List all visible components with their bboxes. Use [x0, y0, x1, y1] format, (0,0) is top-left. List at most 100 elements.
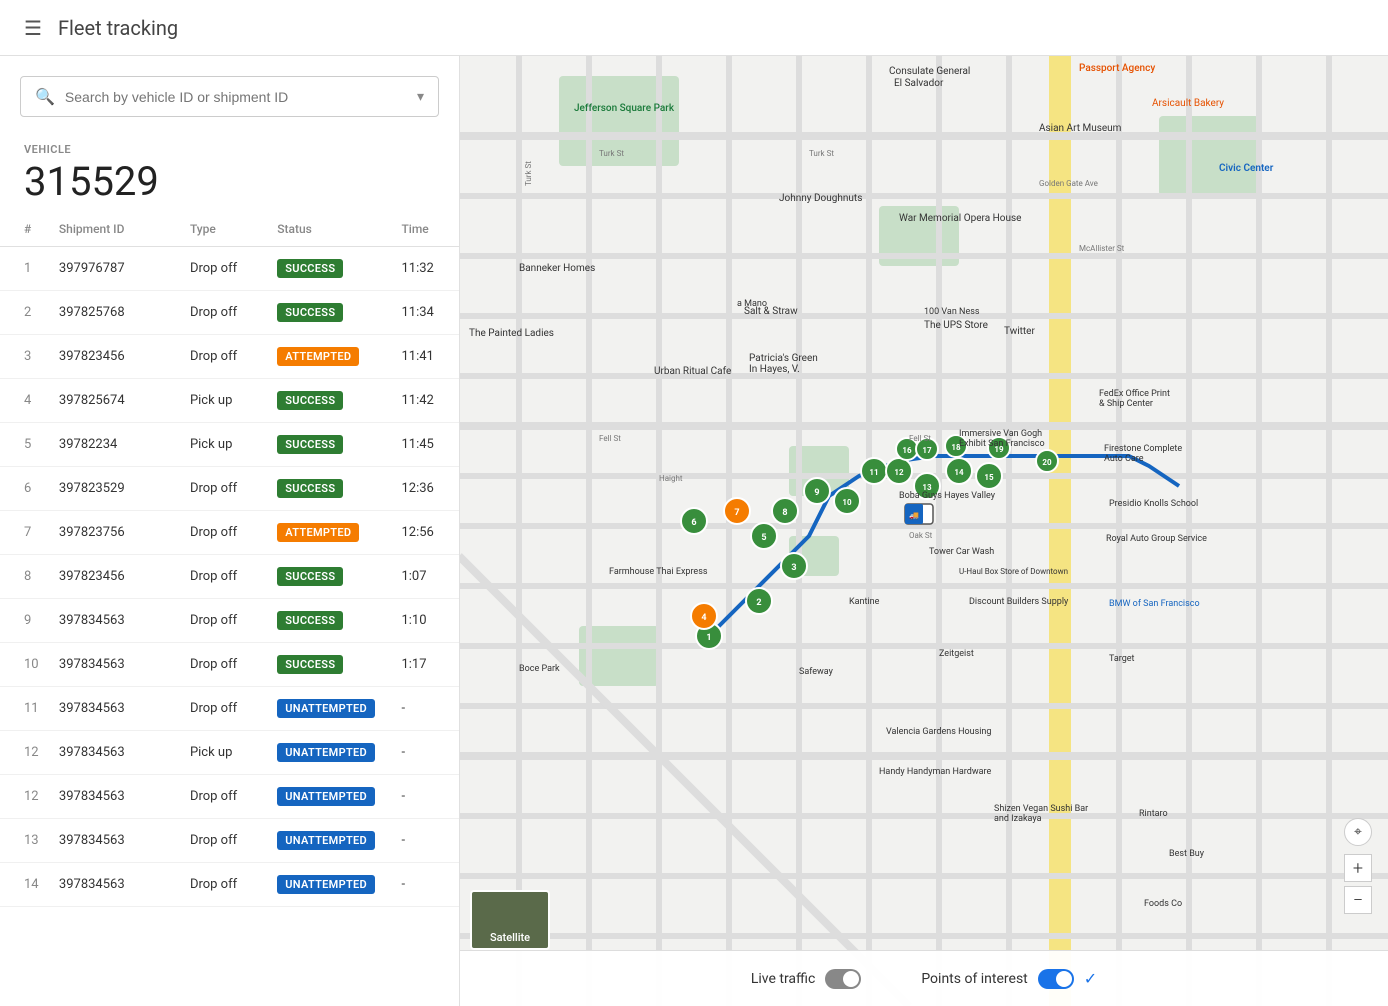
svg-text:6: 6: [691, 518, 696, 528]
svg-text:16: 16: [902, 446, 912, 455]
row-type: Drop off: [182, 467, 269, 511]
table-row[interactable]: 3 397823456 Drop off ATTEMPTED 11:41: [0, 335, 459, 379]
row-status: SUCCESS: [269, 467, 393, 511]
table-row[interactable]: 2 397825768 Drop off SUCCESS 11:34: [0, 291, 459, 335]
row-type: Drop off: [182, 775, 269, 819]
svg-text:Farmhouse Thai Express: Farmhouse Thai Express: [609, 567, 708, 577]
row-time: -: [393, 731, 459, 775]
row-num: 1: [0, 247, 51, 291]
svg-text:Civic Center: Civic Center: [1219, 163, 1274, 174]
satellite-thumbnail[interactable]: Satellite: [470, 890, 550, 950]
compass-button[interactable]: ⌖: [1344, 818, 1372, 846]
poi-label: Points of interest: [921, 971, 1027, 987]
row-time: 1:17: [393, 643, 459, 687]
row-type: Drop off: [182, 599, 269, 643]
svg-text:Immersive Van Gogh: Immersive Van Gogh: [959, 429, 1042, 439]
row-shipment-id: 397823756: [51, 511, 182, 555]
svg-text:U-Haul Box Store of Downtown: U-Haul Box Store of Downtown: [959, 567, 1068, 576]
row-time: 11:45: [393, 423, 459, 467]
vehicle-id: 315529: [24, 160, 435, 204]
status-badge: SUCCESS: [277, 611, 343, 630]
live-traffic-toggle[interactable]: [825, 969, 861, 989]
row-time: 11:42: [393, 379, 459, 423]
row-status: UNATTEMPTED: [269, 775, 393, 819]
poi-toggle-item: Points of interest ✓: [921, 969, 1097, 989]
svg-text:9: 9: [814, 488, 819, 498]
svg-text:Fell St: Fell St: [599, 434, 621, 443]
row-status: UNATTEMPTED: [269, 863, 393, 907]
zoom-in-button[interactable]: +: [1344, 854, 1372, 882]
svg-text:and Izakaya: and Izakaya: [994, 814, 1042, 824]
row-shipment-id: 397823456: [51, 335, 182, 379]
status-badge: SUCCESS: [277, 655, 343, 674]
row-type: Pick up: [182, 379, 269, 423]
row-status: SUCCESS: [269, 291, 393, 335]
table-row[interactable]: 4 397825674 Pick up SUCCESS 11:42: [0, 379, 459, 423]
table-row[interactable]: 9 397834563 Drop off SUCCESS 1:10: [0, 599, 459, 643]
map-svg: 1 2 3 4 5: [460, 56, 1388, 1006]
menu-icon[interactable]: ☰: [24, 16, 42, 40]
status-badge: SUCCESS: [277, 391, 343, 410]
svg-text:Zeitgeist: Zeitgeist: [939, 649, 974, 659]
svg-text:Boba Guys Hayes Valley: Boba Guys Hayes Valley: [899, 491, 996, 501]
row-type: Drop off: [182, 643, 269, 687]
row-shipment-id: 397976787: [51, 247, 182, 291]
row-status: SUCCESS: [269, 247, 393, 291]
table-row[interactable]: 14 397834563 Drop off UNATTEMPTED -: [0, 863, 459, 907]
row-type: Drop off: [182, 863, 269, 907]
row-num: 9: [0, 599, 51, 643]
row-time: 12:56: [393, 511, 459, 555]
poi-toggle[interactable]: [1038, 969, 1074, 989]
status-badge: ATTEMPTED: [277, 347, 359, 366]
map-bottom-bar: Live traffic Points of interest ✓: [460, 950, 1388, 1006]
poi-knob: [1056, 971, 1072, 987]
svg-text:Johnny Doughnuts: Johnny Doughnuts: [779, 193, 862, 204]
svg-text:Tower Car Wash: Tower Car Wash: [929, 547, 994, 557]
table-row[interactable]: 7 397823756 Drop off ATTEMPTED 12:56: [0, 511, 459, 555]
svg-text:11: 11: [869, 468, 878, 477]
table-row[interactable]: 5 39782234 Pick up SUCCESS 11:45: [0, 423, 459, 467]
table-row[interactable]: 6 397823529 Drop off SUCCESS 12:36: [0, 467, 459, 511]
table-row[interactable]: 10 397834563 Drop off SUCCESS 1:17: [0, 643, 459, 687]
row-shipment-id: 397834563: [51, 863, 182, 907]
row-status: UNATTEMPTED: [269, 687, 393, 731]
svg-text:17: 17: [922, 446, 932, 455]
row-type: Drop off: [182, 247, 269, 291]
svg-text:Banneker Homes: Banneker Homes: [519, 263, 595, 274]
svg-text:Best Buy: Best Buy: [1169, 849, 1205, 859]
status-badge: UNATTEMPTED: [277, 743, 375, 762]
status-badge: ATTEMPTED: [277, 523, 359, 542]
svg-text:20: 20: [1042, 458, 1052, 467]
table-row[interactable]: 1 397976787 Drop off SUCCESS 11:32: [0, 247, 459, 291]
svg-text:Valencia Gardens Housing: Valencia Gardens Housing: [886, 727, 991, 737]
table-row[interactable]: 13 397834563 Drop off UNATTEMPTED -: [0, 819, 459, 863]
row-num: 12: [0, 775, 51, 819]
dropdown-icon[interactable]: ▾: [417, 89, 424, 105]
row-type: Pick up: [182, 423, 269, 467]
svg-text:Firestone Complete: Firestone Complete: [1104, 444, 1182, 454]
row-time: 11:41: [393, 335, 459, 379]
zoom-out-button[interactable]: −: [1344, 886, 1372, 914]
table-row[interactable]: 8 397823456 Drop off SUCCESS 1:07: [0, 555, 459, 599]
search-input[interactable]: [65, 89, 407, 105]
row-num: 5: [0, 423, 51, 467]
row-time: -: [393, 775, 459, 819]
table-row[interactable]: 12 397834563 Drop off UNATTEMPTED -: [0, 775, 459, 819]
svg-text:The Painted Ladies: The Painted Ladies: [469, 328, 554, 339]
table-row[interactable]: 11 397834563 Drop off UNATTEMPTED -: [0, 687, 459, 731]
svg-text:5: 5: [761, 533, 766, 543]
vehicle-label: VEHICLE: [24, 143, 435, 156]
row-shipment-id: 397834563: [51, 775, 182, 819]
svg-text:Handy Handyman Hardware: Handy Handyman Hardware: [879, 767, 991, 777]
search-box[interactable]: 🔍 ▾: [20, 76, 439, 117]
svg-text:🚚: 🚚: [909, 511, 919, 520]
row-shipment-id: 39782234: [51, 423, 182, 467]
app-title: Fleet tracking: [58, 16, 178, 40]
row-time: -: [393, 687, 459, 731]
map-area[interactable]: 1 2 3 4 5: [460, 56, 1388, 1006]
table-row[interactable]: 12 397834563 Pick up UNATTEMPTED -: [0, 731, 459, 775]
shipment-table-container: # Shipment ID Type Status Time 1 3979767…: [0, 212, 459, 1006]
row-type: Pick up: [182, 731, 269, 775]
row-type: Drop off: [182, 555, 269, 599]
svg-text:Discount Builders Supply: Discount Builders Supply: [969, 597, 1069, 607]
